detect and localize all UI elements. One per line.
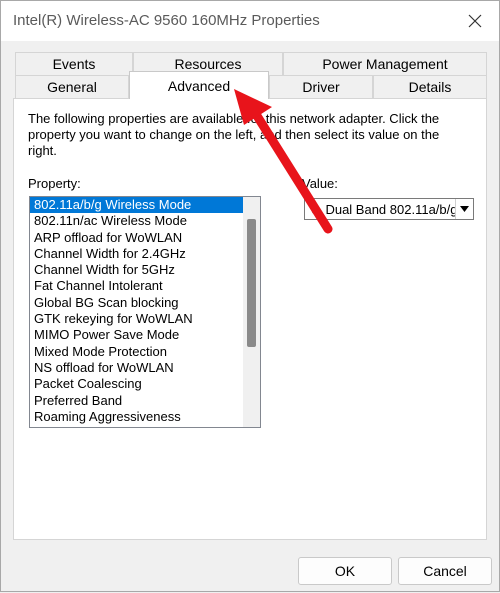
- tab-label: Details: [408, 79, 452, 95]
- tab-power-management[interactable]: Power Management: [283, 52, 487, 75]
- list-item[interactable]: Global BG Scan blocking: [30, 295, 260, 311]
- property-list[interactable]: 802.11a/b/g Wireless Mode 802.11n/ac Wir…: [29, 196, 261, 428]
- property-list-scrollbar[interactable]: [243, 197, 260, 427]
- list-item[interactable]: Packet Coalescing: [30, 376, 260, 392]
- list-item[interactable]: 802.11n/ac Wireless Mode: [30, 213, 260, 229]
- list-item[interactable]: ARP offload for WoWLAN: [30, 230, 260, 246]
- list-item[interactable]: Channel Width for 5GHz: [30, 262, 260, 278]
- properties-dialog: Intel(R) Wireless-AC 9560 160MHz Propert…: [0, 0, 500, 592]
- list-item[interactable]: 802.11a/b/g Wireless Mode: [30, 197, 260, 214]
- close-icon: [468, 14, 482, 28]
- window-title: Intel(R) Wireless-AC 9560 160MHz Propert…: [13, 12, 320, 29]
- tab-label: Resources: [174, 56, 242, 72]
- value-dropdown[interactable]: 6. Dual Band 802.11a/b/g: [304, 198, 474, 220]
- advanced-panel: The following properties are available f…: [13, 98, 487, 540]
- list-item[interactable]: Roaming Aggressiveness: [30, 409, 260, 425]
- cancel-label: Cancel: [423, 563, 467, 579]
- tab-driver[interactable]: Driver: [269, 75, 373, 98]
- list-item[interactable]: Channel Width for 2.4GHz: [30, 246, 260, 262]
- list-item[interactable]: GTK rekeying for WoWLAN: [30, 311, 260, 327]
- list-item[interactable]: NS offload for WoWLAN: [30, 360, 260, 376]
- tab-events[interactable]: Events: [15, 52, 133, 75]
- list-item[interactable]: MIMO Power Save Mode: [30, 327, 260, 343]
- cancel-button[interactable]: Cancel: [398, 557, 492, 585]
- chevron-down-icon: [460, 206, 469, 212]
- tab-general[interactable]: General: [15, 75, 129, 98]
- list-item[interactable]: Mixed Mode Protection: [30, 344, 260, 360]
- title-bar: Intel(R) Wireless-AC 9560 160MHz Propert…: [1, 1, 499, 41]
- ok-button[interactable]: OK: [298, 557, 392, 585]
- tab-label: General: [47, 79, 97, 95]
- value-selected-text: 6. Dual Band 802.11a/b/g: [311, 201, 455, 217]
- tab-label: Advanced: [167, 77, 231, 94]
- property-label: Property:: [28, 176, 81, 191]
- tab-label: Power Management: [322, 56, 448, 72]
- close-button[interactable]: [457, 5, 493, 37]
- dropdown-button[interactable]: [455, 199, 473, 219]
- list-item[interactable]: Preferred Band: [30, 393, 260, 409]
- dialog-body: Events Resources Power Management Genera…: [1, 41, 499, 591]
- panel-description: The following properties are available f…: [28, 111, 440, 158]
- ok-label: OK: [334, 563, 356, 579]
- tab-details[interactable]: Details: [373, 75, 487, 98]
- scrollbar-thumb[interactable]: [247, 219, 256, 347]
- value-label: Value:: [302, 176, 338, 191]
- tab-advanced[interactable]: Advanced: [129, 71, 269, 99]
- list-item[interactable]: Fat Channel Intolerant: [30, 278, 260, 294]
- tab-label: Driver: [302, 79, 340, 95]
- tab-label: Events: [52, 56, 96, 72]
